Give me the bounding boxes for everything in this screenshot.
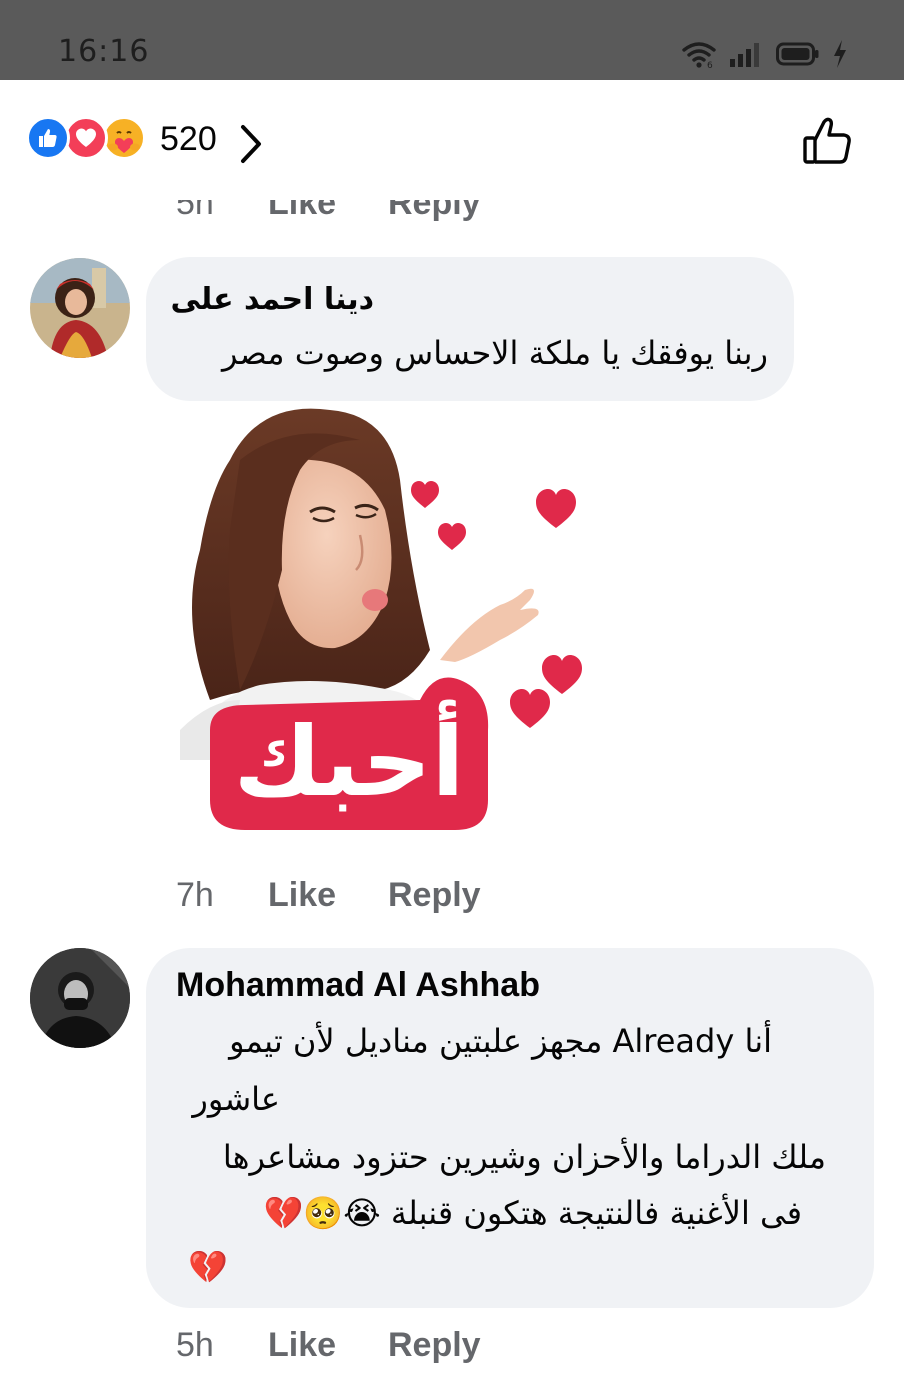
comment-author[interactable]: Mohammad Al Ashhab (176, 966, 540, 1005)
reply-link[interactable]: Reply (388, 876, 481, 915)
comment-line: فى الأغنية فالنتيجة هتكون قنبلة 😭🥺💔 (263, 1194, 802, 1232)
chevron-right-icon[interactable] (238, 124, 264, 168)
comment-text: ربنا يوفقك يا ملكة الاحساس وصوت مصر (221, 334, 768, 372)
signal-icon (728, 41, 764, 67)
sticker-text: أحبك (233, 706, 465, 818)
comment-time: 5h (176, 1326, 214, 1364)
comment-line: 💔 (188, 1248, 228, 1286)
comment-meta: 5h Like Reply (176, 1326, 481, 1365)
wifi-icon: 6 (682, 40, 716, 68)
comment-line: عاشور (192, 1080, 280, 1118)
avatar[interactable] (30, 948, 130, 1048)
comment-bubble[interactable] (146, 257, 794, 401)
sticker-image[interactable]: أحبك (170, 400, 600, 840)
battery-icon (776, 41, 820, 67)
care-reaction-icon (102, 116, 146, 160)
svg-text:6: 6 (707, 61, 713, 68)
reactions-header: 520 (0, 80, 904, 200)
charging-icon (832, 40, 848, 68)
status-bar: 16:16 6 (0, 0, 904, 80)
reaction-summary[interactable] (26, 116, 152, 164)
reaction-count[interactable]: 520 (160, 120, 217, 159)
like-reaction-icon (26, 116, 70, 160)
status-time: 16:16 (58, 34, 150, 69)
comment-line: ملك الدراما والأحزان وشيرين حتزود مشاعره… (222, 1138, 826, 1176)
love-reaction-icon (64, 116, 108, 160)
thumbs-up-icon[interactable] (800, 114, 856, 170)
like-link[interactable]: Like (268, 876, 388, 915)
avatar[interactable] (30, 258, 130, 358)
status-icons: 6 (682, 36, 848, 72)
comment-meta: 7h Like Reply (176, 876, 481, 915)
like-link[interactable]: Like (268, 1326, 388, 1365)
comment-line: أنا Already مجهز علبتين مناديل لأن تيمو (229, 1022, 772, 1060)
reply-link[interactable]: Reply (388, 1326, 481, 1365)
comment-time: 7h (176, 876, 214, 914)
comment-author[interactable]: دينا احمد على (160, 282, 375, 317)
